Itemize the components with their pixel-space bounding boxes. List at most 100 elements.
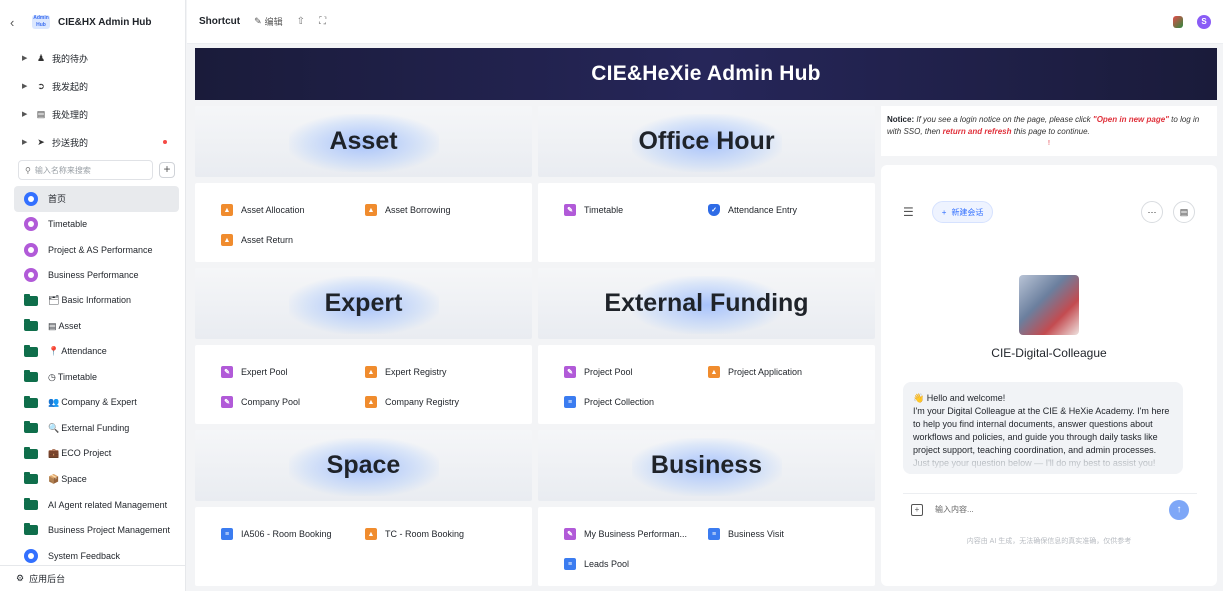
shortcut-link[interactable]: ▲ Asset Allocation [221,204,305,216]
sidebar-item[interactable]: Timetable [0,212,185,238]
sidebar-item[interactable]: Project & AS Performance [0,237,185,263]
sidebar-group[interactable]: ▶ ▤ 我处理的 [0,100,185,128]
admin-console-link[interactable]: ⚙ 应用后台 [0,565,186,591]
folder-icon [24,497,38,510]
chat-input[interactable] [935,505,1157,514]
shortcut-link[interactable]: ≡ Business Visit [708,528,784,540]
shortcut-link[interactable]: ▲ Project Application [708,366,802,378]
link-label: Project Collection [584,397,655,407]
new-session-button[interactable]: + 新建会话 [931,201,994,223]
sidebar: ‹ Admin Hub CIE&HX Admin Hub ▶ ♟ 我的待办 ▶ ➲ 我发起… [0,0,186,591]
sidebar-group[interactable]: ▶ ➤ 抄送我的 [0,128,185,156]
sidebar-search: ⚲ + [18,160,175,180]
wave-icon: 👋 [913,393,927,403]
sidebar-item[interactable]: 🗂 Basic Information [0,288,185,314]
shortcut-link[interactable]: ✎ Project Pool [564,366,633,378]
sidebar-item-label: Timetable [57,371,98,382]
link-label: Company Pool [241,397,301,407]
chat-toolbar: ☰ + 新建会话 ⋯ ▤ [903,201,1195,223]
shortcut-link[interactable]: ✎ Company Pool [221,396,300,408]
message-text: I'm your Digital Colleague at the CIE & … [913,406,1170,455]
topbar: Shortcut ✎ 编辑 ⇧ ⛶ S [187,0,1223,44]
history-icon[interactable]: ▤ [1173,201,1195,223]
shortcut-link[interactable]: ✎ Timetable [564,204,623,216]
sidebar-item-label: Space [61,473,87,484]
sidebar-group[interactable]: ▶ ➲ 我发起的 [0,72,185,100]
card-hero[interactable]: Asset [195,106,532,177]
app-title: CIE&HX Admin Hub [58,16,152,28]
sidebar-item[interactable]: 首页 [14,186,179,212]
card-title: Business [650,451,763,479]
sidebar-item[interactable]: 👥 Company & Expert [0,390,185,416]
sidebar-item[interactable]: ◷ Timetable [0,365,185,391]
sidebar-item[interactable]: ▤ Asset [0,314,185,340]
edit-button[interactable]: ✎ 编辑 [254,15,283,28]
share-icon[interactable]: ⇧ [297,16,305,27]
shortcut-link[interactable]: ✓ Attendance Entry [708,204,797,216]
card-hero[interactable]: Office Hour [538,106,875,177]
return-refresh-link[interactable]: return and refresh [943,127,1012,136]
sidebar-item-text: Timetable [48,219,87,229]
app-circle-icon [24,268,38,283]
caret-right-icon: ▶ [22,55,28,62]
app-circle-icon [24,191,38,206]
item-emoji-icon: ◷ [48,371,56,382]
app-icon: ▲ [365,396,377,408]
sidebar-item-text: Business Performance [48,270,139,280]
shortcut-link[interactable]: ≡ Leads Pool [564,558,629,570]
open-new-page-link[interactable]: "Open in new page" [1093,115,1169,124]
shortcut-link[interactable]: ≡ IA506 - Room Booking [221,528,332,540]
sidebar-item[interactable]: 💼 ECO Project [0,441,185,467]
shortcut-link[interactable]: ▲ Expert Registry [365,366,447,378]
admin-console-label: 应用后台 [29,574,66,584]
welcome-message: 👋 Hello and welcome! I'm your Digital Co… [903,382,1183,474]
item-emoji-icon: 💼 [48,448,60,459]
attach-icon[interactable]: + [911,503,923,516]
sidebar-item[interactable]: Business Performance [0,263,185,289]
link-label: Business Visit [728,529,784,539]
sidebar-item[interactable]: Business Project Management [0,518,185,544]
add-button[interactable]: + [159,162,175,178]
sidebar-item-label: Timetable [48,219,88,230]
send-icon[interactable]: ↑ [1169,499,1189,520]
greeting-text: Hello and welcome! [926,393,1006,403]
link-label: Expert Registry [385,367,447,377]
more-icon[interactable]: ⋯ [1141,201,1163,223]
fullscreen-icon[interactable]: ⛶ [319,16,326,27]
search-input[interactable] [34,165,146,175]
shortcut-link[interactable]: ▲ TC - Room Booking [365,528,464,540]
shortcut-link[interactable]: ▲ Asset Return [221,234,293,246]
sidebar-item[interactable]: AI Agent related Management [0,492,185,518]
sidebar-item[interactable]: 📦 Space [0,467,185,493]
shortcut-link[interactable]: ▲ Company Registry [365,396,459,408]
sidebar-group[interactable]: ▶ ♟ 我的待办 [0,44,185,72]
icon-dot [28,195,34,202]
chat-actions: ⋯ ▤ [1141,201,1195,223]
sidebar-item-text: 📦 Space [48,474,87,485]
ai-disclaimer: 内容由 AI 生成，无法确保信息的真实准确，仅供参考 [966,538,1132,545]
card-hero[interactable]: Business [538,430,875,501]
link-label: TC - Room Booking [385,529,465,539]
inbox-icon: ▤ [36,108,46,119]
chevron-left-icon[interactable]: ‹ [10,15,24,30]
app-icon: ✎ [564,204,576,216]
sidebar-item[interactable]: 📍 Attendance [0,339,185,365]
link-label: Project Application [728,367,803,377]
card-hero[interactable]: Space [195,430,532,501]
shortcut-link[interactable]: ▲ Asset Borrowing [365,204,451,216]
sidebar-toggle-icon[interactable]: ☰ [903,205,914,219]
card-hero[interactable]: Expert [195,268,532,339]
card-hero[interactable]: External Funding [538,268,875,339]
notice-label: Notice: [887,115,915,124]
card-links: ✎ Project Pool ▲ Project Application ≡ Projec… [538,345,875,424]
link-label: Project Pool [584,367,633,377]
pencil-icon: ✎ [254,16,262,26]
item-emoji-icon: 📍 [48,346,60,357]
notice-text-1: If you see a login notice on the page, p… [914,115,1093,124]
shortcut-link[interactable]: ✎ My Business Performan... [564,528,687,540]
shortcut-link[interactable]: ✎ Expert Pool [221,366,288,378]
avatar[interactable]: S [1197,14,1211,29]
shortcut-link[interactable]: ≡ Project Collection [564,396,654,408]
sidebar-item[interactable]: 🔍 External Funding [0,416,185,442]
shortcut-tab[interactable]: Shortcut [199,16,240,27]
